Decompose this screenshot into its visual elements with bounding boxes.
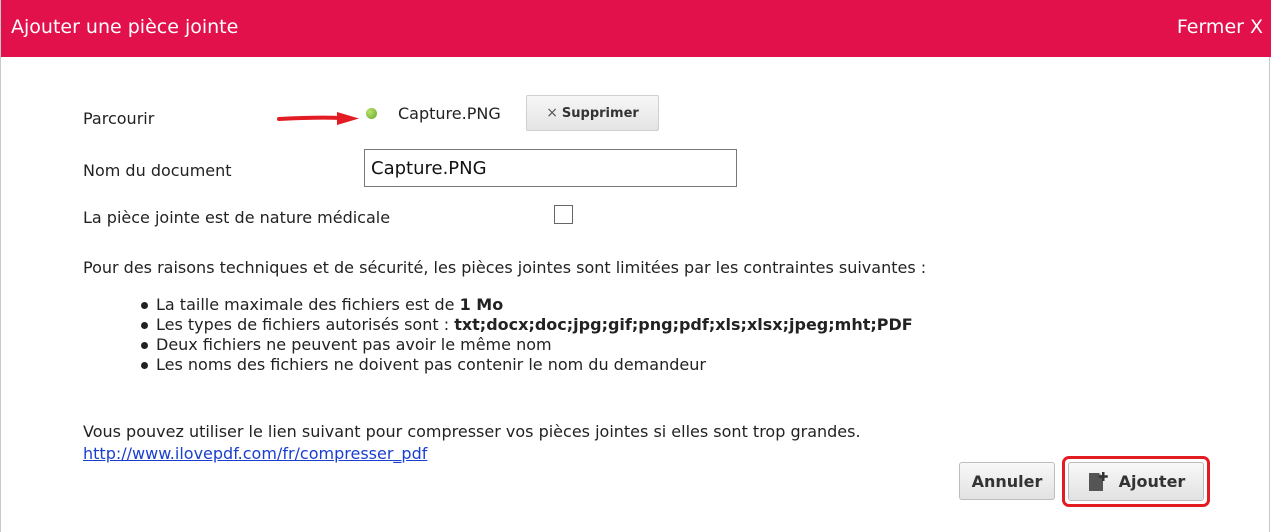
compress-link[interactable]: http://www.ilovepdf.com/fr/compresser_pd…: [83, 444, 427, 463]
list-item: La taille maximale des fichiers est de 1…: [137, 295, 913, 315]
medical-checkbox[interactable]: [554, 205, 573, 224]
remove-file-button[interactable]: × Supprimer: [526, 95, 659, 131]
red-arrow-icon: [277, 112, 359, 125]
compress-text: Vous pouvez utiliser le lien suivant pou…: [83, 422, 861, 441]
doc-name-label: Nom du document: [83, 161, 232, 180]
file-add-icon: [1088, 471, 1108, 491]
remove-file-label: Supprimer: [561, 105, 639, 121]
browse-label: Parcourir: [83, 109, 155, 128]
list-item: Les noms des fichiers ne doivent pas con…: [137, 355, 913, 375]
list-item: Deux fichiers ne peuvent pas avoir le mê…: [137, 335, 913, 355]
close-button[interactable]: Fermer X: [1177, 16, 1263, 38]
add-button-label: Ajouter: [1118, 472, 1186, 491]
doc-name-input[interactable]: [364, 149, 737, 187]
attachment-dialog: Ajouter une pièce jointe Fermer X Parcou…: [0, 0, 1271, 532]
dialog-title: Ajouter une pièce jointe: [11, 16, 239, 38]
cancel-button[interactable]: Annuler: [959, 462, 1055, 500]
add-button[interactable]: Ajouter: [1068, 462, 1204, 501]
green-dot-icon: [366, 108, 377, 119]
medical-label: La pièce jointe est de nature médicale: [83, 208, 391, 227]
close-icon: ×: [546, 105, 558, 121]
constraints-intro: Pour des raisons techniques et de sécuri…: [83, 258, 927, 277]
list-item: Les types de fichiers autorisés sont : t…: [137, 315, 913, 335]
dialog-titlebar: Ajouter une pièce jointe Fermer X: [1, 0, 1271, 57]
selected-file-name: Capture.PNG: [398, 104, 501, 123]
constraints-list: La taille maximale des fichiers est de 1…: [137, 295, 913, 375]
